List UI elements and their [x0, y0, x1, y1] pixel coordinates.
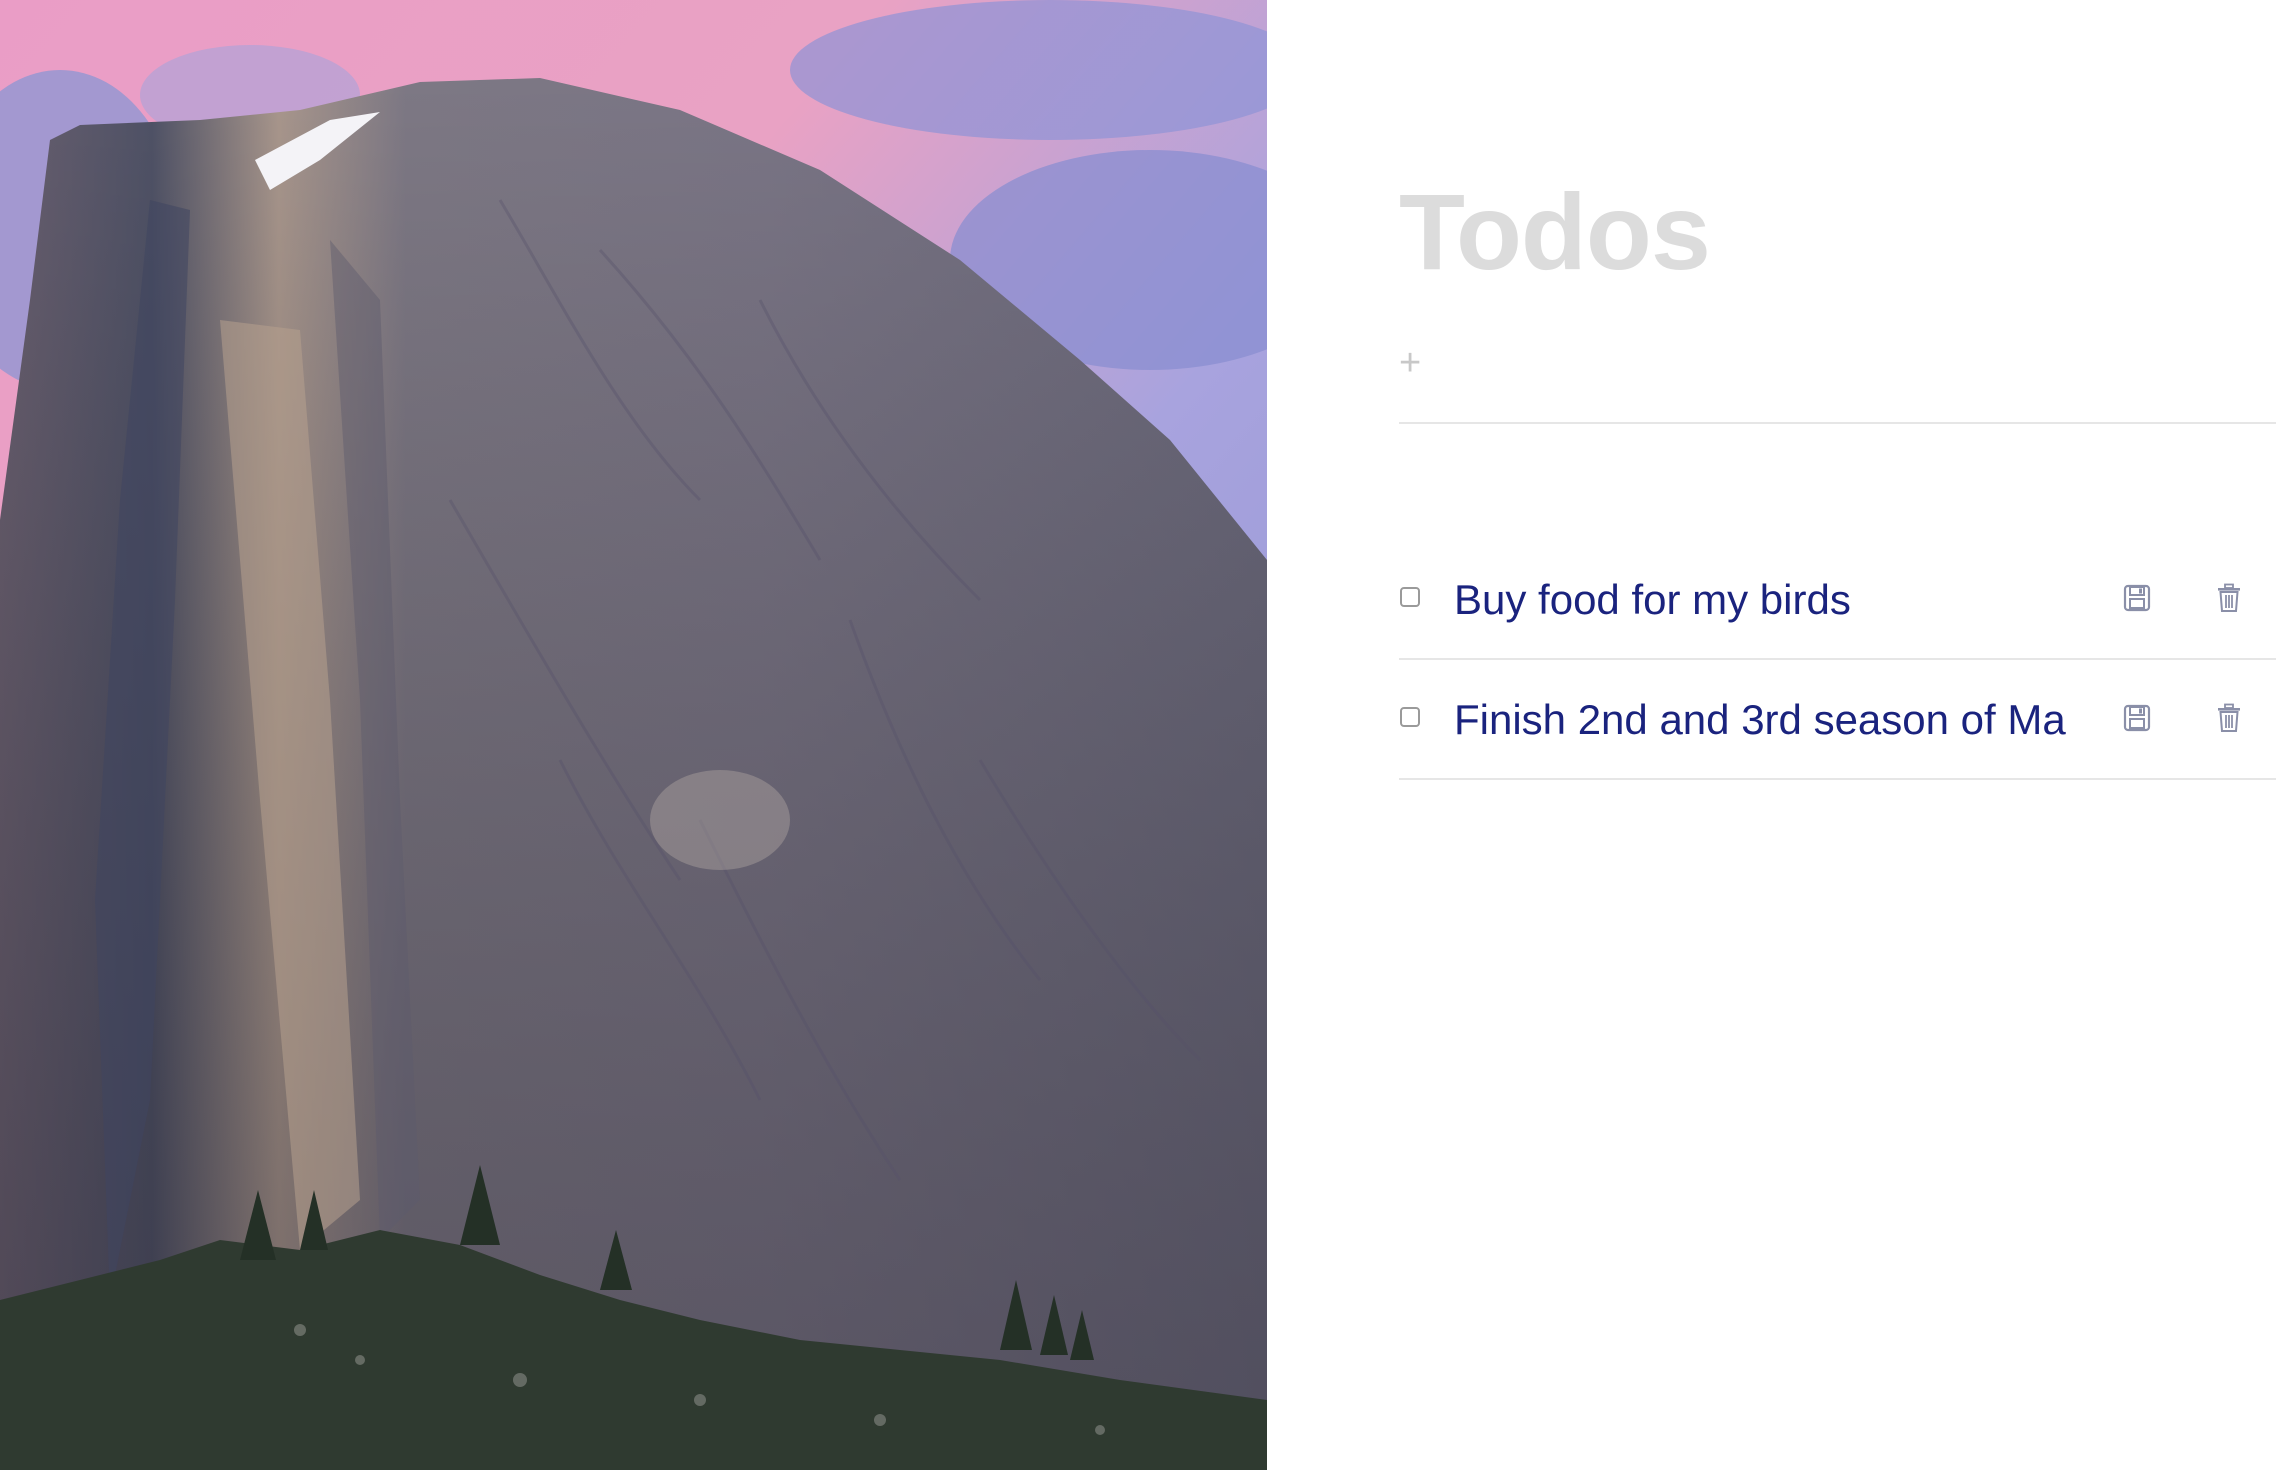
todo-app: Todos + Buy food for my birds Finish 2nd… — [0, 0, 2276, 1470]
floppy-disk-icon[interactable] — [2123, 704, 2151, 732]
todo-text[interactable]: Buy food for my birds — [1454, 576, 2088, 624]
plus-icon[interactable]: + — [1399, 344, 1421, 382]
trash-icon[interactable] — [2215, 703, 2243, 733]
hero-image — [0, 0, 1267, 1470]
todo-item: Buy food for my birds — [1399, 540, 2276, 660]
todo-list: Buy food for my birds Finish 2nd and 3rd… — [1399, 540, 2276, 780]
todo-item: Finish 2nd and 3rd season of Ma — [1399, 660, 2276, 780]
todo-checkbox[interactable] — [1400, 587, 1420, 607]
trash-icon[interactable] — [2215, 583, 2243, 613]
floppy-disk-icon[interactable] — [2123, 584, 2151, 612]
new-todo-input[interactable] — [1447, 338, 2271, 390]
half-dome-illustration — [0, 0, 1267, 1470]
page-title: Todos — [1399, 171, 1711, 292]
todo-panel: Todos + Buy food for my birds Finish 2nd… — [1267, 0, 2276, 1470]
todo-text[interactable]: Finish 2nd and 3rd season of Ma — [1454, 696, 2088, 744]
add-todo-row: + — [1399, 330, 2276, 424]
todo-checkbox[interactable] — [1400, 707, 1420, 727]
